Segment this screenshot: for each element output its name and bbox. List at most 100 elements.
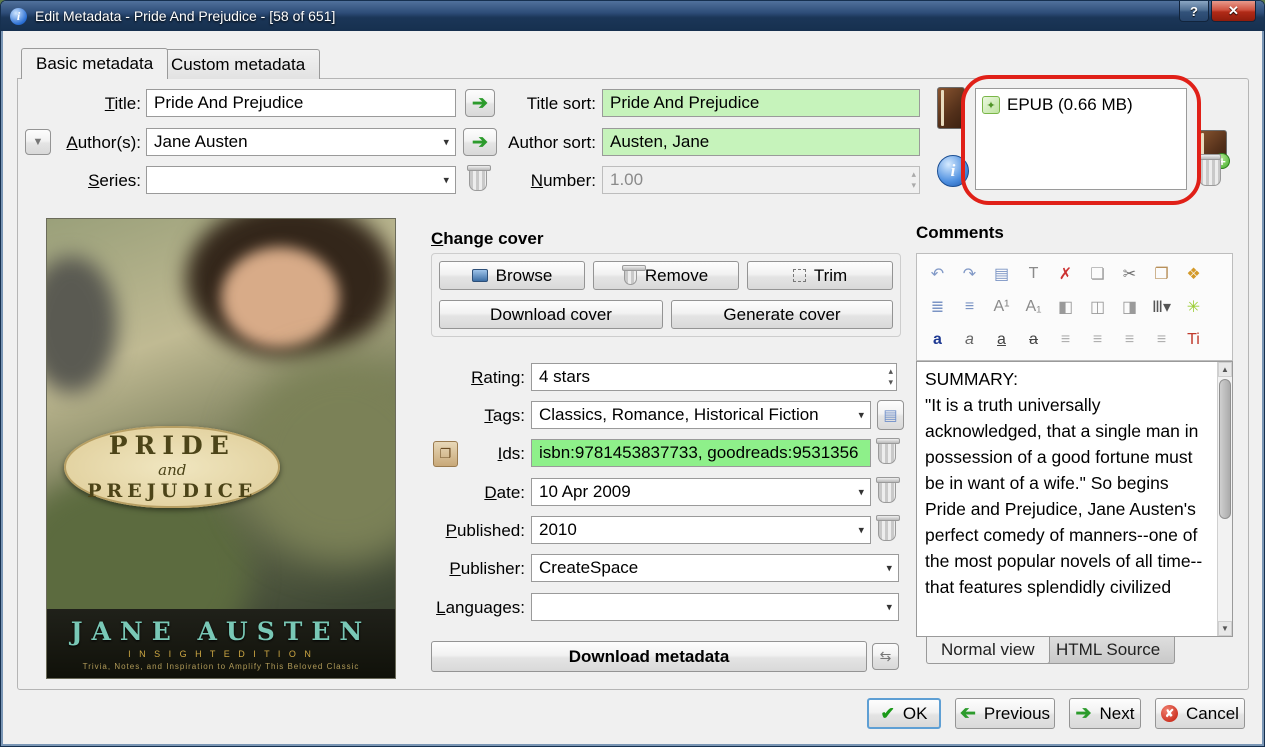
rating-label: Rating: xyxy=(471,368,525,387)
align-right-icon[interactable]: ◨ xyxy=(1114,293,1145,320)
folder-icon xyxy=(471,269,488,282)
titlebar[interactable]: i Edit Metadata - Pride And Prejudice - … xyxy=(1,1,1264,31)
clear-series-button[interactable] xyxy=(467,164,491,191)
bullet-list-icon[interactable]: ≡ xyxy=(954,293,985,320)
download-metadata-button[interactable]: Download metadata xyxy=(431,641,867,672)
italic-icon[interactable]: a xyxy=(954,327,985,354)
tab-basic-metadata[interactable]: Basic metadata xyxy=(21,48,169,79)
authors-value: Jane Austen xyxy=(154,132,248,151)
font-size-icon[interactable]: T xyxy=(1018,260,1049,287)
date-combo[interactable]: 10 Apr 2009 ▾ xyxy=(531,478,871,506)
tab-normal-view[interactable]: Normal view xyxy=(926,637,1050,664)
series-number-spinner[interactable]: 1.00 ▴ ▾ xyxy=(602,166,920,194)
align-justify-icon[interactable]: ≡ xyxy=(1050,327,1081,354)
cancel-button[interactable]: ✘ Cancel xyxy=(1155,698,1245,729)
remove-cover-button[interactable]: Remove xyxy=(593,261,739,290)
check-icon: ✔ xyxy=(880,703,895,723)
scroll-up-icon[interactable]: ▲ xyxy=(1218,362,1232,377)
undo-icon[interactable]: ↶ xyxy=(922,260,953,287)
download-metadata-label: Download metadata xyxy=(568,646,730,666)
close-button[interactable]: ✕ xyxy=(1211,1,1256,22)
line-spacing-icon[interactable]: ≡ xyxy=(1146,327,1177,354)
align-left-icon[interactable]: ◧ xyxy=(1050,293,1081,320)
font-color-icon[interactable]: Ti xyxy=(1178,327,1209,354)
bold-icon[interactable]: a xyxy=(922,327,953,354)
format-list-item[interactable]: ✦ EPUB (0.66 MB) xyxy=(979,92,1183,118)
right-arrow-icon: ➔ xyxy=(472,131,488,153)
generate-cover-button[interactable]: Generate cover xyxy=(671,300,893,329)
format-info-button[interactable]: i xyxy=(937,155,969,187)
author-sort-input[interactable]: Austen, Jane xyxy=(602,128,920,156)
paste-icon[interactable]: ❐ xyxy=(1146,260,1177,287)
edit-metadata-window: i Edit Metadata - Pride And Prejudice - … xyxy=(0,0,1265,747)
copy-icon[interactable]: ❏ xyxy=(1082,260,1113,287)
clear-date-button[interactable] xyxy=(876,476,900,503)
next-button[interactable]: ➔ Next xyxy=(1069,698,1141,729)
clear-ids-button[interactable] xyxy=(876,437,900,464)
tab-custom-metadata[interactable]: Custom metadata xyxy=(156,49,321,79)
paste-identifier-button[interactable]: ❐ xyxy=(433,441,458,467)
indent-increase-icon[interactable]: ≡ xyxy=(1114,327,1145,354)
languages-label: Languages: xyxy=(436,598,525,617)
trim-cover-button[interactable]: Trim xyxy=(747,261,893,290)
authors-combo[interactable]: Jane Austen ▾ xyxy=(146,128,456,156)
published-value: 2010 xyxy=(539,520,577,539)
manage-authors-button[interactable]: ▼ xyxy=(25,129,51,155)
title-sort-input[interactable]: Pride And Prejudice xyxy=(602,89,920,117)
window-title: Edit Metadata - Pride And Prejudice - [5… xyxy=(35,8,336,24)
trash-icon xyxy=(876,515,900,541)
tab-html-source[interactable]: HTML Source xyxy=(1041,637,1176,664)
scroll-down-icon[interactable]: ▼ xyxy=(1218,621,1232,636)
smarten-punctuation-icon[interactable]: ❖ xyxy=(1178,260,1209,287)
cover-edition-text: I N S I G H T E D I T I O N xyxy=(128,648,314,659)
edit-tags-button[interactable]: ▤ xyxy=(877,400,904,430)
cover-from-format-button[interactable] xyxy=(937,87,965,129)
strikethrough-icon[interactable]: a xyxy=(1018,327,1049,354)
chevron-down-icon: ▾ xyxy=(858,486,864,499)
rating-spinner[interactable]: 4 stars ▴ ▾ xyxy=(531,363,897,391)
download-cover-button[interactable]: Download cover xyxy=(439,300,663,329)
spinner-arrows-icon[interactable]: ▴ ▾ xyxy=(911,169,916,191)
remove-format-button[interactable] xyxy=(1197,153,1221,186)
series-label: Series: xyxy=(88,171,141,190)
table-columns-icon[interactable]: Ⅲ▾ xyxy=(1146,293,1177,320)
ok-button[interactable]: ✔ OK xyxy=(867,698,941,729)
scrollbar-thumb[interactable] xyxy=(1219,379,1231,519)
trash-icon xyxy=(876,477,900,503)
cut-icon[interactable]: ✂ xyxy=(1114,260,1145,287)
indent-decrease-icon[interactable]: ≡ xyxy=(1082,327,1113,354)
title-input[interactable]: Pride And Prejudice xyxy=(146,89,456,117)
insert-separator-icon[interactable]: ✳ xyxy=(1178,293,1209,320)
series-combo[interactable]: ▾ xyxy=(146,166,456,194)
redo-icon[interactable]: ↷ xyxy=(954,260,985,287)
tag-editor-icon: ▤ xyxy=(883,407,898,424)
publisher-combo[interactable]: CreateSpace ▾ xyxy=(531,554,899,582)
book-cover-image[interactable]: PRIDE and PREJUDICE JANE AUSTEN I N S I … xyxy=(46,218,396,679)
title-sort-arrow-button[interactable]: ➔ xyxy=(465,89,495,117)
formats-list[interactable]: ✦ EPUB (0.66 MB) xyxy=(975,88,1187,190)
select-all-icon[interactable]: ▤ xyxy=(986,260,1017,287)
epub-format-icon: ✦ xyxy=(982,96,1000,114)
comments-scrollbar[interactable]: ▲ ▼ xyxy=(1217,362,1232,636)
configure-metadata-download-button[interactable]: ⇆ xyxy=(872,643,899,670)
browse-cover-button[interactable]: Browse xyxy=(439,261,585,290)
help-button[interactable]: ? xyxy=(1179,1,1209,22)
superscript-icon[interactable]: A¹ xyxy=(986,293,1017,320)
spinner-arrows-icon[interactable]: ▴ ▾ xyxy=(888,366,893,388)
underline-icon[interactable]: a xyxy=(986,327,1017,354)
cover-author-band: JANE AUSTEN I N S I G H T E D I T I O N … xyxy=(47,609,395,678)
clear-published-button[interactable] xyxy=(876,514,900,541)
align-center-icon[interactable]: ◫ xyxy=(1082,293,1113,320)
comments-editor[interactable]: SUMMARY: "It is a truth universally ackn… xyxy=(916,361,1233,637)
remove-formatting-icon[interactable]: ✗ xyxy=(1050,260,1081,287)
chevron-down-icon: ▾ xyxy=(443,136,449,149)
tags-combo[interactable]: Classics, Romance, Historical Fiction ▾ xyxy=(531,401,871,429)
published-combo[interactable]: 2010 ▾ xyxy=(531,516,871,544)
subscript-icon[interactable]: A₁ xyxy=(1018,293,1049,320)
comments-toolbar-row-1: ↶ ↷ ▤ T ✗ ❏ ✂ ❐ ❖ xyxy=(922,260,1227,287)
previous-button[interactable]: ➔ Previous xyxy=(955,698,1055,729)
trash-icon xyxy=(621,265,646,285)
languages-combo[interactable]: ▾ xyxy=(531,593,899,621)
ids-input[interactable]: isbn:9781453837733, goodreads:9531356 xyxy=(531,439,871,467)
ordered-list-icon[interactable]: ≣ xyxy=(922,293,953,320)
